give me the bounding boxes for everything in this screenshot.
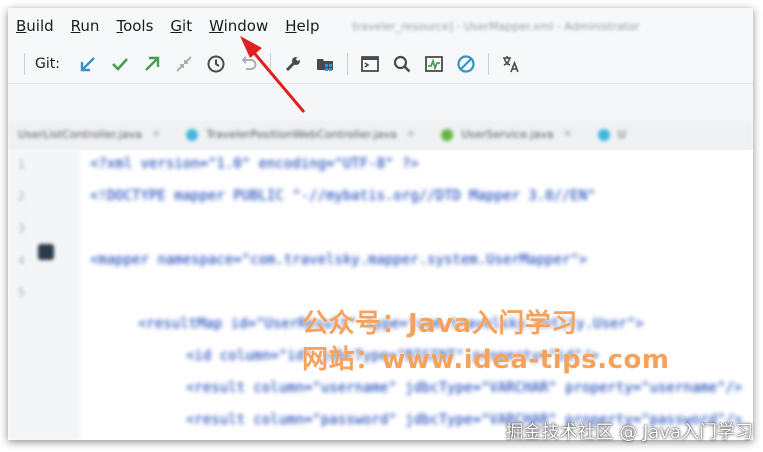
line-number: 2 [18, 190, 25, 203]
tab-traveler-position-controller[interactable]: TravelerPositionWebController.java ✕ [186, 128, 415, 141]
update-project-button[interactable] [72, 49, 104, 79]
merge-button[interactable] [168, 49, 200, 79]
code-editor[interactable]: 1 2 3 4 5 <?xml version="1.0" encoding="… [8, 150, 753, 440]
gutter-mapper-icon[interactable] [38, 244, 54, 260]
tab-label: TravelerPositionWebController.java [206, 128, 397, 141]
tab-label: U [617, 128, 626, 141]
power-save-button[interactable] [450, 49, 482, 79]
class-icon [597, 128, 610, 141]
toolbar-separator [24, 52, 25, 75]
line-number: 5 [18, 286, 25, 299]
line-number: 4 [18, 254, 25, 267]
menu-git[interactable]: Git [170, 17, 192, 35]
rollback-button[interactable] [232, 49, 264, 79]
history-clock-icon [207, 55, 225, 72]
code-line: <!DOCTYPE mapper PUBLIC "-//mybatis.org/… [90, 188, 596, 204]
tab-label: UserService.java [461, 128, 554, 141]
navigation-strip [8, 84, 753, 120]
menu-window[interactable]: Window [209, 17, 268, 35]
menu-run[interactable]: Run [71, 17, 100, 35]
editor-tabs: UserListController.java ✕ TravelerPositi… [8, 120, 753, 150]
close-icon[interactable]: ✕ [407, 129, 415, 140]
settings-button[interactable] [277, 49, 309, 79]
code-line: <?xml version="1.0" encoding="UTF-8" ?> [90, 156, 419, 172]
toolbar-separator [269, 52, 271, 75]
commit-button[interactable] [104, 49, 136, 79]
git-toolbar: Git: [8, 44, 753, 84]
project-structure-button[interactable] [309, 49, 341, 79]
git-label: Git: [35, 55, 60, 72]
project-structure-icon [316, 58, 333, 71]
line-number: 1 [18, 158, 25, 171]
search-button[interactable] [386, 49, 418, 79]
watermark-website: 网站：www.idea-tips.com [302, 345, 670, 375]
tab-user-list-controller[interactable]: UserListController.java ✕ [18, 128, 160, 141]
search-icon [393, 55, 411, 72]
terminal-button[interactable] [354, 49, 386, 79]
close-icon[interactable]: ✕ [152, 129, 160, 140]
translate-button[interactable] [495, 49, 527, 79]
line-gutter: 1 2 3 4 5 [8, 150, 80, 440]
monitor-chart-icon [425, 55, 443, 72]
terminal-icon [361, 55, 379, 72]
class-icon [186, 128, 199, 141]
menu-build[interactable]: Build [16, 17, 54, 35]
update-project-icon [80, 56, 95, 71]
menu-bar: Build Run Tools Git Window Help traveler… [8, 8, 753, 44]
rollback-icon [241, 55, 257, 70]
code-line: <mapper namespace="com.travelsky.mapper.… [90, 252, 588, 268]
toolbar-separator [487, 52, 489, 75]
toolbar-separator [346, 52, 348, 75]
code-text: <?xml version="1.0" encoding="UTF-8" ?> … [80, 150, 753, 440]
tab-u[interactable]: U [597, 128, 626, 141]
disable-icon [457, 54, 475, 73]
tab-user-service[interactable]: UserService.java ✕ [441, 128, 572, 141]
history-button[interactable] [200, 49, 232, 79]
tab-label: UserListController.java [18, 128, 142, 141]
close-icon[interactable]: ✕ [563, 129, 571, 140]
menu-help[interactable]: Help [285, 17, 319, 35]
interface-icon [441, 128, 454, 141]
menu-tools[interactable]: Tools [116, 17, 153, 35]
merge-icon [176, 55, 192, 72]
window-title: traveler_resource] - UserMapper.xml - Ad… [352, 19, 640, 33]
push-button[interactable] [136, 49, 168, 79]
watermark-juejin: 掘金技术社区 @ Java入门学习 [505, 422, 753, 443]
commit-check-icon [112, 57, 128, 71]
profiler-button[interactable] [418, 49, 450, 79]
code-line: <result column="username" jdbcType="VARC… [186, 380, 743, 396]
line-number: 3 [18, 222, 25, 235]
push-icon [145, 56, 160, 71]
watermark-wechat: 公众号：Java入门学习 [302, 309, 578, 339]
wrench-icon [285, 56, 300, 71]
blurred-content-area: UserListController.java ✕ TravelerPositi… [8, 84, 753, 440]
translate-icon [502, 55, 519, 72]
